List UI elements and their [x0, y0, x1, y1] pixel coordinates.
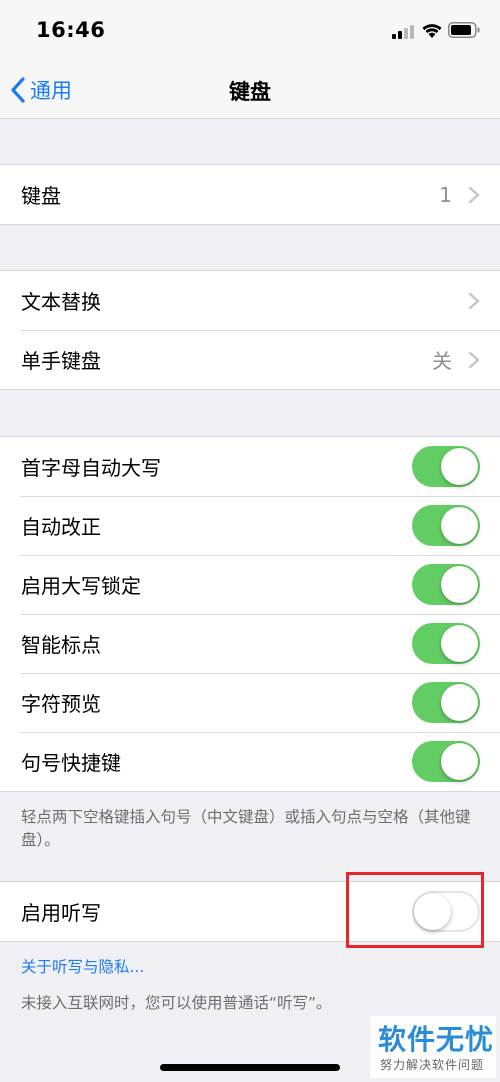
chevron-right-icon [468, 351, 480, 369]
text-replacement-row[interactable]: 文本替换 [0, 271, 500, 330]
character-preview-switch[interactable] [412, 682, 480, 723]
signal-icon [392, 25, 416, 39]
caps-lock-switch[interactable] [412, 564, 480, 605]
watermark-sub: 努力解决软件问题 [380, 1058, 485, 1072]
watermark-logo: 软件无忧 努力解决软件问题 [370, 1016, 496, 1078]
toggle-label: 首字母自动大写 [21, 456, 161, 480]
battery-icon [448, 22, 480, 38]
navigation-bar: 通用 键盘 [0, 62, 500, 119]
period-shortcut-note: 轻点两下空格键插入句号（中文键盘）或插入句点与空格（其他键盘）。 [21, 808, 471, 849]
toggle-label: 字符预览 [21, 692, 101, 716]
toggle-row: 句号快捷键 [0, 732, 500, 791]
switch-knob [441, 743, 478, 780]
switch-knob [441, 625, 478, 662]
toggle-label: 自动改正 [21, 515, 101, 539]
toggle-row: 自动改正 [0, 496, 500, 555]
auto-capitalization-switch[interactable] [412, 446, 480, 487]
auto-correction-switch[interactable] [412, 505, 480, 546]
dictation-note: 未接入互联网时，您可以使用普通话“听写”。 [21, 994, 332, 1012]
switch-knob [441, 448, 478, 485]
chevron-right-icon [468, 186, 480, 204]
keyboards-group: 键盘 1 [0, 164, 500, 225]
text-replacement-label: 文本替换 [21, 290, 101, 314]
toggle-label: 启用大写锁定 [21, 574, 141, 598]
chevron-right-icon [468, 292, 480, 310]
highlight-annotation [346, 872, 484, 948]
one-handed-keyboard-row[interactable]: 单手键盘 关 [0, 330, 500, 389]
keyboards-label: 键盘 [21, 184, 61, 208]
dictation-label: 启用听写 [21, 901, 101, 925]
keyboards-count: 1 [439, 182, 452, 207]
one-handed-value: 关 [432, 349, 452, 373]
status-bar: 16:46 [0, 0, 500, 62]
wifi-icon [422, 24, 442, 38]
toggle-row: 首字母自动大写 [0, 437, 500, 496]
switch-knob [441, 507, 478, 544]
period-shortcut-switch[interactable] [412, 741, 480, 782]
smart-punctuation-switch[interactable] [412, 623, 480, 664]
toggle-row: 启用大写锁定 [0, 555, 500, 614]
text-group: 文本替换 单手键盘 关 [0, 270, 500, 390]
toggle-label: 智能标点 [21, 633, 101, 657]
watermark-main: 软件无忧 [378, 1023, 495, 1056]
one-handed-label: 单手键盘 [21, 349, 101, 373]
page-title: 键盘 [229, 80, 271, 104]
dictation-privacy-link[interactable]: 关于听写与隐私... [21, 955, 144, 977]
toggles-group: 首字母自动大写 自动改正 启用大写锁定 智能标点 字符预览 句号快捷键 [0, 436, 500, 792]
keyboards-row[interactable]: 键盘 1 [0, 165, 500, 224]
toggle-label: 句号快捷键 [21, 751, 121, 775]
home-indicator[interactable] [160, 1064, 340, 1071]
toggle-row: 智能标点 [0, 614, 500, 673]
toggle-row: 字符预览 [0, 673, 500, 732]
switch-knob [441, 684, 478, 721]
switch-knob [441, 566, 478, 603]
status-time: 16:46 [36, 18, 106, 42]
